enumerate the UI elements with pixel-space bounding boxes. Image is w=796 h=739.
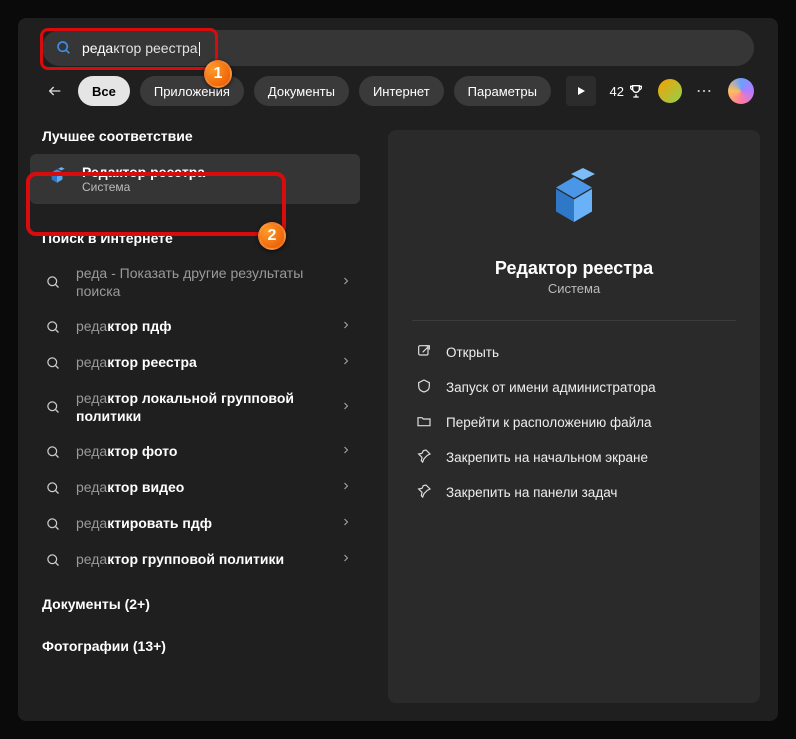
divider: [412, 320, 736, 321]
action-label: Открыть: [446, 345, 499, 360]
preview-action[interactable]: Открыть: [412, 335, 736, 370]
chevron-right-icon: [340, 318, 352, 336]
documents-header[interactable]: Документы (2+): [18, 586, 370, 622]
action-label: Закрепить на панели задач: [446, 485, 617, 500]
web-result-text: редактор фото: [76, 443, 326, 461]
web-result-text: редактор реестра: [76, 354, 326, 372]
photos-header[interactable]: Фотографии (13+): [18, 628, 370, 664]
web-result-item[interactable]: редактор реестра: [18, 345, 370, 381]
back-button[interactable]: [42, 78, 68, 104]
best-match-item[interactable]: Редактор реестра Система: [30, 154, 360, 204]
chevron-right-icon: [340, 479, 352, 497]
play-icon: [575, 85, 587, 97]
loc-icon: [416, 413, 432, 432]
web-search-header: Поиск в Интернете: [18, 220, 370, 256]
trophy-icon: [628, 83, 644, 99]
search-icon: [44, 275, 62, 290]
web-result-text: редактор групповой политики: [76, 551, 326, 569]
chevron-right-icon: [340, 551, 352, 569]
web-result-item[interactable]: редактор групповой политики: [18, 542, 370, 578]
web-result-item[interactable]: редактор локальной групповой политики: [18, 381, 370, 434]
registry-editor-icon: [44, 166, 70, 192]
open-icon: [416, 343, 432, 362]
chevron-right-icon: [340, 274, 352, 292]
annotation-badge-1: 1: [204, 60, 232, 88]
best-match-subtitle: Система: [82, 180, 205, 194]
action-label: Перейти к расположению файла: [446, 415, 652, 430]
more-menu[interactable]: ⋯: [696, 81, 714, 101]
web-result-item[interactable]: реда - Показать другие результаты поиска: [18, 256, 370, 309]
tab-internet[interactable]: Интернет: [359, 76, 444, 106]
preview-title: Редактор реестра: [495, 258, 653, 279]
action-label: Закрепить на начальном экране: [446, 450, 648, 465]
search-icon: [44, 553, 62, 568]
web-result-text: редактор видео: [76, 479, 326, 497]
arrow-left-icon: [47, 83, 63, 99]
rewards-points[interactable]: 42: [610, 83, 644, 99]
preview-action[interactable]: Запуск от имени администратора: [412, 370, 736, 405]
best-match-header: Лучшее соответствие: [18, 118, 370, 154]
web-result-item[interactable]: редактор фото: [18, 434, 370, 470]
web-result-text: редактор локальной групповой политики: [76, 390, 326, 425]
search-icon: [44, 445, 62, 460]
copilot-button[interactable]: [728, 78, 754, 104]
user-avatar[interactable]: [658, 79, 682, 103]
search-icon: [44, 481, 62, 496]
search-icon: [44, 320, 62, 335]
action-label: Запуск от имени администратора: [446, 380, 656, 395]
chevron-right-icon: [340, 399, 352, 417]
chevron-right-icon: [340, 443, 352, 461]
preview-subtitle: Система: [548, 281, 600, 296]
chevron-right-icon: [340, 515, 352, 533]
search-icon: [44, 356, 62, 371]
web-result-text: реда - Показать другие результаты поиска: [76, 265, 326, 300]
tab-settings[interactable]: Параметры: [454, 76, 551, 106]
tab-all[interactable]: Все: [78, 76, 130, 106]
web-result-item[interactable]: редактировать пдф: [18, 506, 370, 542]
search-query-text: редактор реестра: [82, 40, 200, 56]
preview-action[interactable]: Закрепить на панели задач: [412, 475, 736, 510]
web-result-item[interactable]: редактор пдф: [18, 309, 370, 345]
search-icon: [44, 400, 62, 415]
web-result-item[interactable]: редактор видео: [18, 470, 370, 506]
pin-icon: [416, 483, 432, 502]
web-result-text: редактировать пдф: [76, 515, 326, 533]
chevron-right-icon: [340, 354, 352, 372]
best-match-title: Редактор реестра: [82, 164, 205, 180]
preview-action[interactable]: Закрепить на начальном экране: [412, 440, 736, 475]
web-result-text: редактор пдф: [76, 318, 326, 336]
play-button[interactable]: [566, 76, 596, 106]
annotation-badge-2: 2: [258, 222, 286, 250]
pin-icon: [416, 448, 432, 467]
preview-app-icon: [535, 162, 613, 240]
admin-icon: [416, 378, 432, 397]
tab-documents[interactable]: Документы: [254, 76, 349, 106]
search-input[interactable]: редактор реестра: [42, 30, 754, 66]
preview-action[interactable]: Перейти к расположению файла: [412, 405, 736, 440]
search-icon: [56, 40, 72, 56]
preview-panel: Редактор реестра Система Открыть Запуск о…: [388, 130, 760, 703]
results-list: Лучшее соответствие Редактор реестра Сис…: [18, 118, 370, 721]
search-icon: [44, 517, 62, 532]
